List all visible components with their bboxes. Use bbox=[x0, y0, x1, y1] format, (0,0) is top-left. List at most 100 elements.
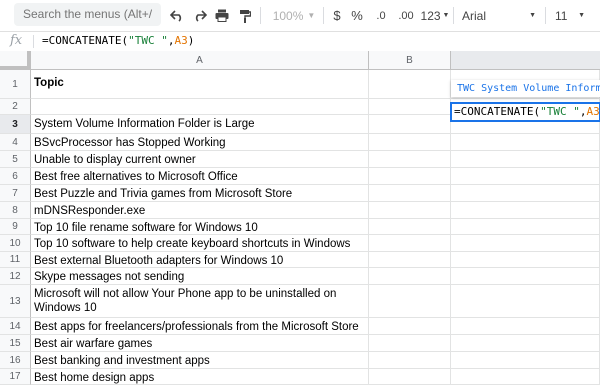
cell-a[interactable]: Unable to display current owner bbox=[31, 151, 369, 168]
paint-format-icon[interactable] bbox=[236, 5, 254, 26]
cell-a[interactable]: Top 10 file rename software for Windows … bbox=[31, 219, 369, 235]
cell-b[interactable] bbox=[369, 168, 451, 185]
increase-decimal-label: .00 bbox=[398, 10, 413, 22]
zoom-select[interactable]: 100% ▼ bbox=[272, 5, 316, 26]
row-header[interactable]: 15 bbox=[0, 335, 31, 352]
cell-a[interactable]: Topic bbox=[31, 70, 369, 99]
cell-b[interactable] bbox=[369, 219, 451, 235]
cell-a[interactable]: Top 10 software to help create keyboard … bbox=[31, 235, 369, 252]
chevron-down-icon: ▼ bbox=[443, 12, 450, 19]
cell-c[interactable] bbox=[451, 134, 600, 151]
cell-a[interactable]: Skype messages not sending bbox=[31, 268, 369, 285]
row-header[interactable]: 17 bbox=[0, 369, 31, 385]
row-header[interactable]: 9 bbox=[0, 219, 31, 235]
cell-a[interactable]: Best air warfare games bbox=[31, 335, 369, 352]
cell-b[interactable] bbox=[369, 268, 451, 285]
cell-c[interactable] bbox=[451, 185, 600, 202]
cell-b[interactable] bbox=[369, 115, 451, 134]
number-format-select[interactable]: 123 ▼ bbox=[421, 5, 449, 26]
cell-b[interactable] bbox=[369, 335, 451, 352]
font-size-select[interactable]: 11 ▼ bbox=[555, 5, 585, 26]
font-family-select[interactable]: Arial ▼ bbox=[462, 5, 536, 26]
row-header[interactable]: 5 bbox=[0, 151, 31, 168]
formula-bar: fx =CONCATENATE("TWC ",A3) bbox=[0, 31, 600, 52]
cell-a[interactable]: mDNSResponder.exe bbox=[31, 202, 369, 219]
print-icon[interactable] bbox=[213, 5, 231, 26]
chevron-down-icon: ▼ bbox=[307, 11, 315, 20]
cell-a[interactable]: Best free alternatives to Microsoft Offi… bbox=[31, 168, 369, 185]
row-header[interactable]: 13 bbox=[0, 285, 31, 318]
cell-c[interactable] bbox=[451, 252, 600, 268]
cell-c[interactable] bbox=[451, 202, 600, 219]
number-format-label: 123 bbox=[421, 9, 441, 23]
currency-format-button[interactable]: $ bbox=[331, 5, 343, 26]
cell-c[interactable] bbox=[451, 369, 600, 385]
active-cell-editor[interactable]: =CONCATENATE("TWC ",A3) bbox=[450, 102, 600, 122]
decrease-decimal-label: .0 bbox=[376, 10, 385, 22]
column-header-b[interactable]: B bbox=[369, 51, 451, 70]
cell-b[interactable] bbox=[369, 235, 451, 252]
row-header[interactable]: 16 bbox=[0, 352, 31, 369]
cell-b[interactable] bbox=[369, 252, 451, 268]
cell-b[interactable] bbox=[369, 352, 451, 369]
cell-a[interactable] bbox=[31, 99, 369, 115]
cell-c[interactable] bbox=[451, 151, 600, 168]
row-header[interactable]: 11 bbox=[0, 252, 31, 268]
select-all-corner[interactable] bbox=[0, 51, 31, 70]
formula-string: "TWC " bbox=[128, 34, 168, 47]
row-header[interactable]: 14 bbox=[0, 318, 31, 335]
formula-input[interactable]: =CONCATENATE("TWC ",A3) bbox=[42, 34, 194, 47]
increase-decimal-button[interactable]: .00 bbox=[396, 5, 416, 26]
cell-a[interactable]: BSvcProcessor has Stopped Working bbox=[31, 134, 369, 151]
row-header[interactable]: 3 bbox=[0, 115, 31, 134]
row-header[interactable]: 1 bbox=[0, 70, 31, 99]
cell-a[interactable]: Best Puzzle and Trivia games from Micros… bbox=[31, 185, 369, 202]
decrease-decimal-button[interactable]: .0 bbox=[372, 5, 390, 26]
cell-c[interactable] bbox=[451, 235, 600, 252]
column-header-c[interactable] bbox=[451, 51, 600, 70]
cell-c[interactable] bbox=[451, 335, 600, 352]
cell-c[interactable] bbox=[451, 318, 600, 335]
cell-b[interactable] bbox=[369, 70, 451, 99]
spreadsheet-grid: A B 1Topic23System Volume Information Fo… bbox=[0, 51, 600, 364]
cell-a[interactable]: Best external Bluetooth adapters for Win… bbox=[31, 252, 369, 268]
cell-a[interactable]: Best apps for freelancers/professionals … bbox=[31, 318, 369, 335]
column-header-a[interactable]: A bbox=[31, 51, 369, 70]
cell-a[interactable]: System Volume Information Folder is Larg… bbox=[31, 115, 369, 134]
row-header[interactable]: 8 bbox=[0, 202, 31, 219]
cell-b[interactable] bbox=[369, 285, 451, 318]
cell-b[interactable] bbox=[369, 202, 451, 219]
fx-icon: fx bbox=[10, 33, 22, 48]
cell-c[interactable] bbox=[451, 285, 600, 318]
undo-icon[interactable] bbox=[168, 5, 186, 26]
row-header[interactable]: 12 bbox=[0, 268, 31, 285]
percent-label: % bbox=[351, 8, 363, 23]
cell-b[interactable] bbox=[369, 318, 451, 335]
cell-a[interactable]: Best banking and investment apps bbox=[31, 352, 369, 369]
cell-b[interactable] bbox=[369, 369, 451, 385]
cell-c[interactable] bbox=[451, 352, 600, 369]
cell-c[interactable] bbox=[451, 168, 600, 185]
row-header[interactable]: 6 bbox=[0, 168, 31, 185]
active-cell-prefix: =CONCATENATE( bbox=[454, 105, 540, 118]
row-header[interactable]: 10 bbox=[0, 235, 31, 252]
font-size-label: 11 bbox=[555, 9, 567, 23]
cell-b[interactable] bbox=[369, 151, 451, 168]
row-header[interactable]: 7 bbox=[0, 185, 31, 202]
row-header[interactable]: 4 bbox=[0, 134, 31, 151]
redo-icon[interactable] bbox=[191, 5, 209, 26]
cell-b[interactable] bbox=[369, 185, 451, 202]
row-header[interactable]: 2 bbox=[0, 99, 31, 115]
formula-prefix: =CONCATENATE( bbox=[42, 34, 128, 47]
percent-format-button[interactable]: % bbox=[350, 5, 364, 26]
cell-a[interactable]: Microsoft will not allow Your Phone app … bbox=[31, 285, 369, 318]
cell-c[interactable] bbox=[451, 268, 600, 285]
cell-b[interactable] bbox=[369, 134, 451, 151]
menu-search-input[interactable] bbox=[14, 3, 161, 26]
cell-b[interactable] bbox=[369, 99, 451, 115]
cell-a[interactable]: Best home design apps bbox=[31, 369, 369, 385]
active-cell-string: "TWC " bbox=[540, 105, 580, 118]
cell-c[interactable] bbox=[451, 219, 600, 235]
formula-suffix: ) bbox=[188, 34, 195, 47]
font-family-label: Arial bbox=[462, 9, 486, 23]
